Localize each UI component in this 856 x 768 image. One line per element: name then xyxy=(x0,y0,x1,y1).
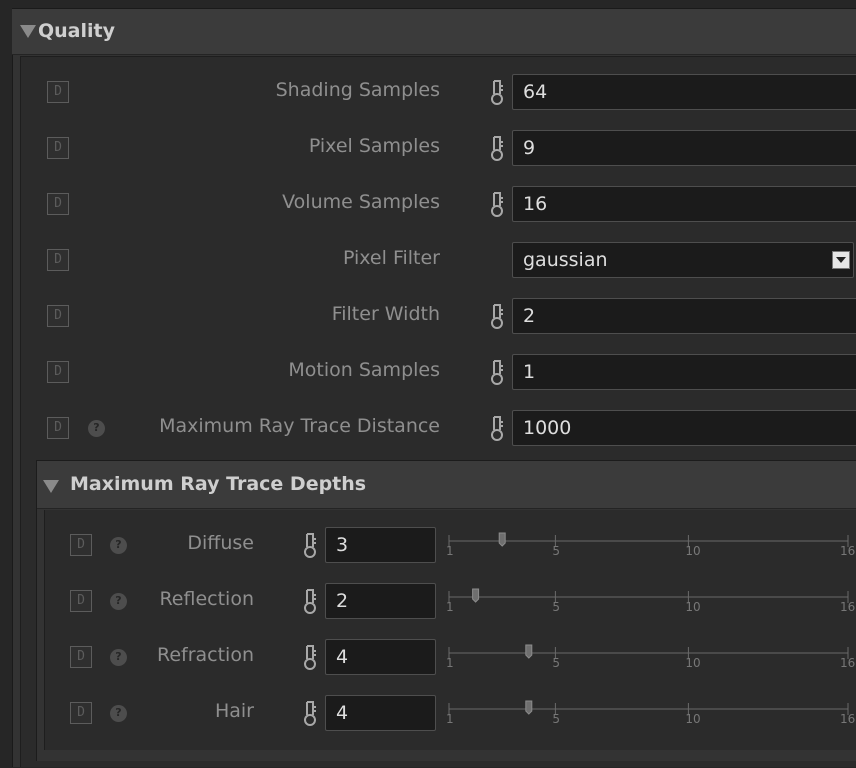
ray-depths-section-header[interactable]: Maximum Ray Trace Depths xyxy=(37,461,856,509)
slider-handle[interactable] xyxy=(525,644,533,659)
value-input[interactable]: 9 xyxy=(512,130,856,166)
slider-tick-label: 5 xyxy=(552,656,560,670)
default-button-label: D xyxy=(54,84,62,99)
field-value: 9 xyxy=(523,137,536,159)
value-input[interactable]: 1000 xyxy=(512,410,856,446)
chevron-down-icon[interactable] xyxy=(832,251,850,269)
slider-tick-label: 5 xyxy=(552,600,560,614)
slider-tick-label: 5 xyxy=(552,544,560,558)
field-label: Motion Samples xyxy=(288,359,440,381)
depth-slider[interactable]: 1 5 10 16 xyxy=(0,532,856,573)
slider-tick-label: 1 xyxy=(446,600,454,614)
default-button-label: D xyxy=(54,196,62,211)
animation-key-icon[interactable] xyxy=(489,414,505,442)
default-button[interactable]: D xyxy=(47,417,69,439)
value-input[interactable]: 16 xyxy=(512,186,856,222)
depth-slider[interactable]: 1 5 10 16 xyxy=(0,700,856,741)
slider-tick-label: 10 xyxy=(685,544,700,558)
field-label: Maximum Ray Trace Distance xyxy=(159,415,440,437)
field-value: 64 xyxy=(523,81,548,103)
help-glyph: ? xyxy=(93,421,100,434)
depth-slider[interactable]: 1 5 10 16 xyxy=(0,644,856,685)
slider-tick-label: 1 xyxy=(446,544,454,558)
default-button[interactable]: D xyxy=(47,193,69,215)
field-label: Pixel Samples xyxy=(308,135,440,157)
field-label: Filter Width xyxy=(331,303,440,325)
default-button-label: D xyxy=(54,308,62,323)
slider-handle[interactable] xyxy=(472,588,480,603)
value-input[interactable]: 2 xyxy=(512,298,856,334)
depth-slider[interactable]: 1 5 10 16 xyxy=(0,588,856,629)
animation-key-icon[interactable] xyxy=(489,190,505,218)
field-value: 2 xyxy=(523,305,536,327)
value-input[interactable]: 1 xyxy=(512,354,856,390)
default-button-label: D xyxy=(54,420,62,435)
slider-tick-label: 16 xyxy=(840,712,855,726)
collapse-triangle-icon[interactable] xyxy=(20,25,36,38)
slider-tick-label: 1 xyxy=(446,712,454,726)
slider-handle[interactable] xyxy=(498,532,506,547)
animation-key-icon[interactable] xyxy=(489,302,505,330)
collapse-triangle-icon[interactable] xyxy=(43,480,59,493)
default-button-label: D xyxy=(54,364,62,379)
help-icon[interactable]: ? xyxy=(88,420,105,437)
animation-key-icon[interactable] xyxy=(489,358,505,386)
default-button[interactable]: D xyxy=(47,361,69,383)
default-button[interactable]: D xyxy=(47,305,69,327)
slider-tick-label: 16 xyxy=(840,656,855,670)
slider-tick-label: 1 xyxy=(446,656,454,670)
default-button-label: D xyxy=(54,140,62,155)
field-label: Pixel Filter xyxy=(342,247,440,269)
slider-tick-label: 10 xyxy=(685,712,700,726)
quality-section-header[interactable]: Quality xyxy=(12,9,856,55)
slider-tick-label: 10 xyxy=(685,600,700,614)
animation-key-icon[interactable] xyxy=(489,78,505,106)
subsection-title: Maximum Ray Trace Depths xyxy=(70,473,367,495)
pixel-filter-dropdown[interactable]: gaussian xyxy=(512,242,854,278)
default-button[interactable]: D xyxy=(47,81,69,103)
field-value: 1 xyxy=(523,361,536,383)
slider-tick-label: 16 xyxy=(840,600,855,614)
slider-tick-label: 16 xyxy=(840,544,855,558)
field-label: Shading Samples xyxy=(275,79,440,101)
section-title: Quality xyxy=(38,20,115,42)
default-button-label: D xyxy=(54,252,62,267)
slider-handle[interactable] xyxy=(525,700,533,715)
field-value: 1000 xyxy=(523,417,572,439)
slider-tick-label: 10 xyxy=(685,656,700,670)
animation-key-icon[interactable] xyxy=(489,134,505,162)
field-label: Volume Samples xyxy=(282,191,440,213)
field-value: 16 xyxy=(523,193,548,215)
default-button[interactable]: D xyxy=(47,249,69,271)
slider-tick-label: 5 xyxy=(552,712,560,726)
field-value: gaussian xyxy=(523,249,608,271)
value-input[interactable]: 64 xyxy=(512,74,856,110)
default-button[interactable]: D xyxy=(47,137,69,159)
